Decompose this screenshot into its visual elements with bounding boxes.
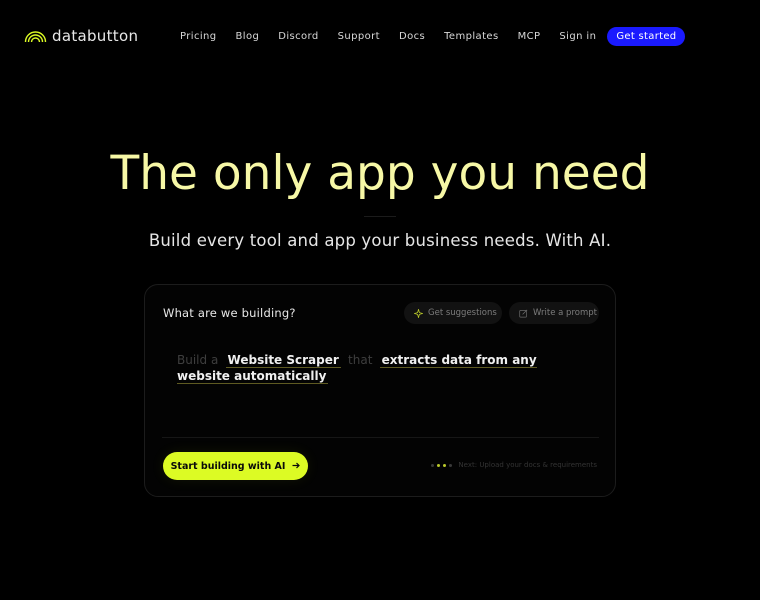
hero-subtitle: Build every tool and app your business n… bbox=[148, 231, 612, 250]
arrow-right-icon bbox=[292, 461, 301, 472]
get-suggestions-label: Get suggestions bbox=[428, 308, 497, 318]
card-question: What are we building? bbox=[163, 306, 296, 320]
nav-link-discord[interactable]: Discord bbox=[278, 31, 318, 42]
prompt-text[interactable]: Build a Website Scraper that extracts da… bbox=[177, 352, 577, 384]
step-dot bbox=[431, 463, 435, 467]
prompt-connector: that bbox=[348, 353, 373, 367]
step-dot bbox=[449, 463, 453, 467]
page: databutton Pricing Blog Discord Support … bbox=[0, 0, 760, 600]
prompt-subject-chip[interactable]: Website Scraper bbox=[225, 353, 341, 368]
hero-title: The only app you need bbox=[0, 146, 760, 201]
step-dot-active bbox=[437, 463, 441, 467]
get-suggestions-button[interactable]: Get suggestions bbox=[404, 302, 502, 324]
start-building-label: Start building with AI bbox=[170, 460, 286, 472]
prompt-card: What are we building? Get suggestions Wr… bbox=[144, 284, 616, 497]
step-dot-active bbox=[443, 463, 447, 467]
card-divider bbox=[162, 437, 599, 438]
top-nav: databutton Pricing Blog Discord Support … bbox=[24, 22, 760, 50]
logo[interactable]: databutton bbox=[24, 27, 138, 45]
sparkle-icon bbox=[414, 308, 423, 318]
hero-title-rest: need bbox=[531, 146, 650, 201]
nav-link-support[interactable]: Support bbox=[338, 31, 380, 42]
next-hint-text: Next: Upload your docs & requirements bbox=[458, 461, 597, 469]
get-started-button[interactable]: Get started bbox=[607, 26, 686, 46]
write-prompt-label: Write a prompt bbox=[533, 308, 597, 318]
nav-link-templates[interactable]: Templates bbox=[444, 31, 498, 42]
edit-icon bbox=[519, 309, 528, 318]
nav-link-mcp[interactable]: MCP bbox=[518, 31, 541, 42]
nav-link-pricing[interactable]: Pricing bbox=[180, 31, 217, 42]
nav-link-docs[interactable]: Docs bbox=[399, 31, 425, 42]
brand-name: databutton bbox=[52, 27, 139, 45]
write-prompt-button[interactable]: Write a prompt bbox=[509, 302, 599, 324]
next-step-hint: Next: Upload your docs & requirements bbox=[431, 461, 597, 469]
step-progress-dots bbox=[431, 463, 453, 467]
nav-link-blog[interactable]: Blog bbox=[236, 31, 260, 42]
hero-divider bbox=[364, 216, 396, 217]
nav-links: Pricing Blog Discord Support Docs Templa… bbox=[180, 22, 686, 50]
rainbow-arc-icon bbox=[24, 29, 47, 43]
hero-title-accent: The only app you bbox=[110, 146, 518, 201]
prompt-prefix: Build a bbox=[177, 353, 219, 367]
start-building-button[interactable]: Start building with AI bbox=[163, 452, 308, 480]
nav-link-sign-in[interactable]: Sign in bbox=[559, 31, 596, 42]
